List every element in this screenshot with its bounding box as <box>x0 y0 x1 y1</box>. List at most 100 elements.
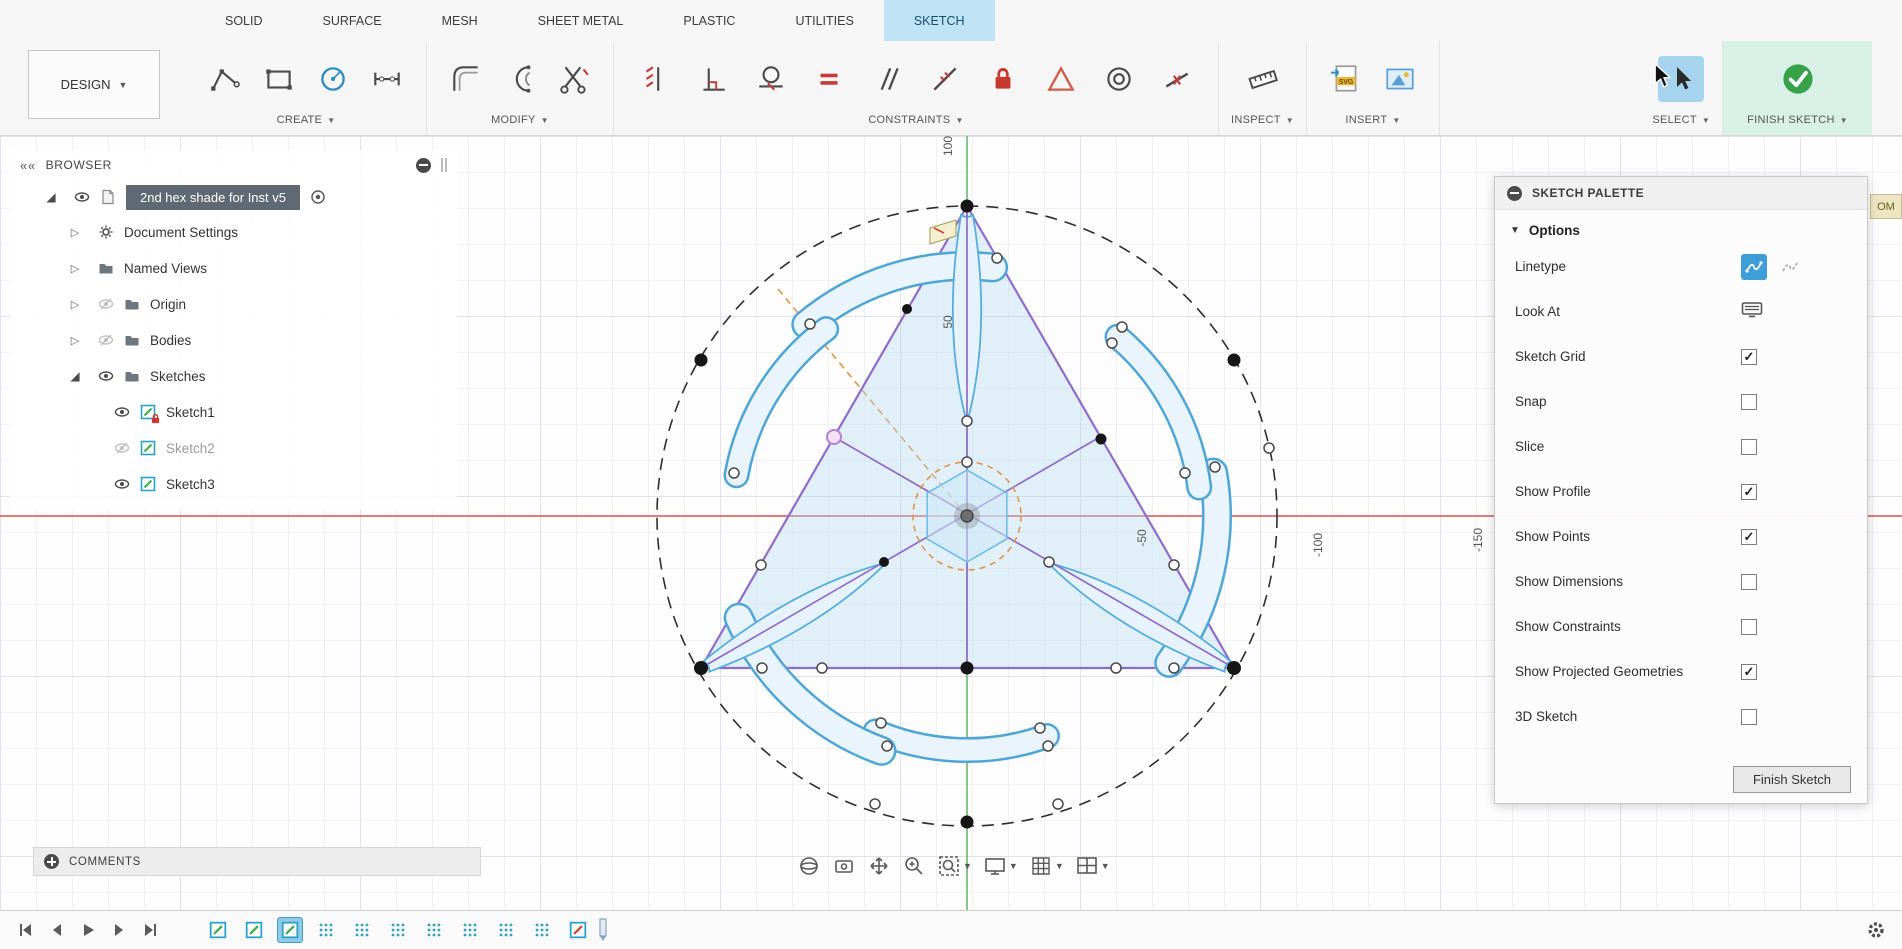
show-constraints-checkbox[interactable] <box>1741 619 1757 635</box>
tab-sketch[interactable]: SKETCH <box>884 0 995 41</box>
options-section-header[interactable]: ▼ Options <box>1495 210 1867 244</box>
timeline-feature-4-pattern-icon[interactable] <box>313 917 339 943</box>
tab-plastic[interactable]: PLASTIC <box>653 0 765 41</box>
sketch-grid-checkbox[interactable]: ✓ <box>1741 349 1757 365</box>
linetype-construction-icon[interactable] <box>1777 254 1803 280</box>
browser-row-bodies[interactable]: ▷Bodies <box>10 322 457 358</box>
expand-arrow-icon[interactable]: ▷ <box>62 226 88 239</box>
horizontal-vertical-constraint-icon[interactable] <box>626 52 684 106</box>
rectangle-tool-icon[interactable] <box>252 52 306 106</box>
insert-menu[interactable]: INSERT▼ <box>1319 112 1427 133</box>
orbit-icon[interactable] <box>795 852 823 880</box>
collapse-arrow-icon[interactable]: ◢ <box>38 190 64 204</box>
sketch-dimension-tool-icon[interactable] <box>360 52 414 106</box>
browser-row-sketches[interactable]: ◢Sketches <box>10 358 457 394</box>
perpendicular-constraint-icon[interactable] <box>684 52 742 106</box>
viewcube-fragment[interactable]: OM <box>1870 194 1902 219</box>
snap-checkbox[interactable] <box>1741 394 1757 410</box>
modify-menu[interactable]: MODIFY▼ <box>439 112 601 133</box>
pan-icon[interactable] <box>865 852 893 880</box>
line-tool-icon[interactable] <box>198 52 252 106</box>
browser-row-sketch3[interactable]: Sketch3 <box>10 466 457 502</box>
visibility-on-icon[interactable] <box>98 368 114 384</box>
panel-grip[interactable] <box>441 158 447 172</box>
visibility-on-icon[interactable] <box>114 404 130 420</box>
timeline-settings-gear-icon[interactable] <box>1862 917 1890 943</box>
fillet-tool-icon[interactable] <box>439 52 493 106</box>
go-to-start-button[interactable] <box>12 917 40 943</box>
play-button[interactable] <box>74 917 102 943</box>
browser-row-sketch2[interactable]: Sketch2 <box>10 430 457 466</box>
timeline-feature-11-sketch-icon[interactable] <box>565 917 591 943</box>
timeline-feature-3-sketch-icon[interactable] <box>277 917 303 943</box>
select-cursor-icon[interactable] <box>1658 56 1704 102</box>
canvas-viewport[interactable]: 10050-50-100-150 OM «« BROWSER ◢ 2nd hex… <box>0 136 1902 910</box>
collapse-panel-icon[interactable]: «« <box>20 158 36 173</box>
visibility-icon[interactable] <box>74 189 90 205</box>
minimize-palette-icon[interactable] <box>1507 186 1522 201</box>
timeline-feature-2-sketch-icon[interactable] <box>241 917 267 943</box>
timeline-feature-1-sketch-icon[interactable] <box>205 917 231 943</box>
visibility-on-icon[interactable] <box>114 476 130 492</box>
step-back-button[interactable] <box>43 917 71 943</box>
equal-constraint-icon[interactable] <box>800 52 858 106</box>
comments-bar[interactable]: COMMENTS <box>33 847 481 876</box>
timeline-feature-10-pattern-icon[interactable] <box>529 917 555 943</box>
create-menu[interactable]: CREATE▼ <box>198 112 414 133</box>
browser-row-named-views[interactable]: ▷Named Views <box>10 250 457 286</box>
add-comment-icon[interactable] <box>44 854 59 869</box>
finish-sketch-menu[interactable]: FINISH SKETCH▼ <box>1747 112 1848 133</box>
3d-sketch-checkbox[interactable] <box>1741 709 1757 725</box>
timeline-position-marker[interactable] <box>596 917 610 943</box>
tab-surface[interactable]: SURFACE <box>293 0 412 41</box>
insert-image-icon[interactable] <box>1373 52 1427 106</box>
zoom-icon[interactable] <box>900 852 928 880</box>
show-projected-geometries-checkbox[interactable]: ✓ <box>1741 664 1757 680</box>
constraints-menu[interactable]: CONSTRAINTS▼ <box>626 112 1206 133</box>
expand-arrow-icon[interactable]: ▷ <box>62 298 88 311</box>
visibility-off-icon[interactable] <box>114 440 130 456</box>
document-title[interactable]: 2nd hex shade for Inst v5 <box>126 185 300 210</box>
slice-checkbox[interactable] <box>1741 439 1757 455</box>
trim-tool-icon[interactable] <box>547 52 601 106</box>
browser-row-origin[interactable]: ▷Origin <box>10 286 457 322</box>
collapse-arrow-icon[interactable]: ◢ <box>62 369 88 383</box>
viewports-icon[interactable]: ▼ <box>1073 852 1112 880</box>
show-dimensions-checkbox[interactable] <box>1741 574 1757 590</box>
collinear-constraint-icon[interactable] <box>916 52 974 106</box>
timeline-feature-7-pattern-icon[interactable] <box>421 917 447 943</box>
concentric-constraint-icon[interactable] <box>1090 52 1148 106</box>
measure-icon[interactable] <box>1236 52 1290 106</box>
linetype-normal-icon[interactable] <box>1741 254 1767 280</box>
symmetry-constraint-icon[interactable] <box>1032 52 1090 106</box>
circle-tool-icon[interactable] <box>306 52 360 106</box>
offset-tool-icon[interactable] <box>493 52 547 106</box>
show-profile-checkbox[interactable]: ✓ <box>1741 484 1757 500</box>
look-at-button-icon[interactable] <box>1741 301 1763 322</box>
show-points-checkbox[interactable]: ✓ <box>1741 529 1757 545</box>
browser-root-row[interactable]: ◢ 2nd hex shade for Inst v5 <box>10 180 457 214</box>
tab-sheet-metal[interactable]: SHEET METAL <box>508 0 654 41</box>
tab-solid[interactable]: SOLID <box>195 0 293 41</box>
timeline-feature-8-pattern-icon[interactable] <box>457 917 483 943</box>
look-at-icon[interactable] <box>830 852 858 880</box>
timeline-feature-6-pattern-icon[interactable] <box>385 917 411 943</box>
select-menu[interactable]: SELECT▼ <box>1652 112 1710 133</box>
fit-icon[interactable]: ▼ <box>935 852 974 880</box>
browser-row-document-settings[interactable]: ▷Document Settings <box>10 214 457 250</box>
highlighted-point[interactable] <box>827 430 841 444</box>
midpoint-constraint-icon[interactable] <box>1148 52 1206 106</box>
expand-arrow-icon[interactable]: ▷ <box>62 262 88 275</box>
origin-point[interactable] <box>954 503 980 529</box>
insert-svg-icon[interactable]: SVG <box>1319 52 1373 106</box>
parallel-constraint-icon[interactable] <box>858 52 916 106</box>
timeline-feature-5-pattern-icon[interactable] <box>349 917 375 943</box>
step-forward-button[interactable] <box>105 917 133 943</box>
fix-constraint-icon[interactable] <box>974 52 1032 106</box>
visibility-off-icon[interactable] <box>98 296 114 312</box>
browser-row-sketch1[interactable]: Sketch1 <box>10 394 457 430</box>
display-settings-icon[interactable]: ▼ <box>981 852 1020 880</box>
expand-arrow-icon[interactable]: ▷ <box>62 334 88 347</box>
grid-settings-icon[interactable]: ▼ <box>1027 852 1066 880</box>
minimize-browser-icon[interactable] <box>416 158 431 173</box>
